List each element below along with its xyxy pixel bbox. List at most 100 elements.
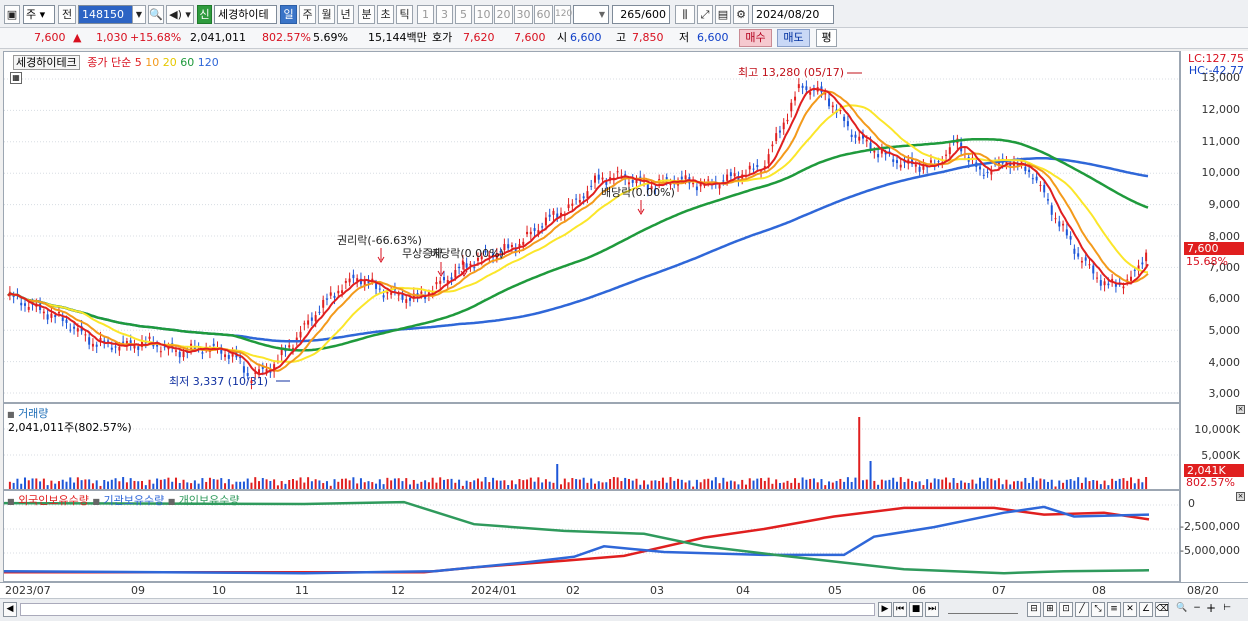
draw-erase-icon[interactable]: ⌫: [1155, 602, 1169, 617]
market-select[interactable]: 주 ▾: [23, 5, 55, 24]
layout-icon[interactable]: ⊟: [1027, 602, 1041, 617]
draw-cross-icon[interactable]: ✕: [1123, 602, 1137, 617]
volume-bar: [171, 481, 174, 489]
date-input[interactable]: 2024/08/20 ▦: [752, 5, 834, 38]
holding-toggle-icon[interactable]: ■: [7, 497, 15, 506]
volume-bar: [673, 480, 676, 489]
candle: [1050, 205, 1053, 215]
period-second[interactable]: 초: [377, 5, 394, 24]
volume-bar: [393, 478, 396, 489]
scroll-left-icon[interactable]: ◀: [3, 602, 17, 617]
search-icon[interactable]: 🔍: [148, 5, 164, 24]
volume-bar: [27, 480, 30, 489]
interval-120[interactable]: 120: [554, 5, 572, 24]
scroll-track[interactable]: [20, 603, 875, 616]
close-icon[interactable]: ×: [1236, 405, 1245, 414]
scroll-right-icon[interactable]: ▶: [878, 602, 892, 617]
volume-bar: [560, 484, 563, 489]
layout2-icon[interactable]: ⊞: [1043, 602, 1057, 617]
period-year[interactable]: 년: [337, 5, 354, 24]
legend-institution-icon[interactable]: ■: [92, 497, 100, 506]
zoom-reset-icon[interactable]: ⊢: [1220, 602, 1234, 617]
candle: [918, 166, 921, 172]
candle: [914, 164, 917, 167]
candle: [533, 228, 536, 231]
interval-60[interactable]: 60: [534, 5, 553, 24]
candle: [945, 154, 948, 156]
code-dropdown-icon[interactable]: ▼: [132, 5, 146, 24]
buy-button[interactable]: 매수: [739, 29, 772, 47]
candle: [1062, 223, 1065, 226]
draw-angle-icon[interactable]: ∠: [1139, 602, 1153, 617]
grid-toggle-icon[interactable]: ▦: [10, 72, 22, 84]
draw-trend-icon[interactable]: ⤡: [1091, 602, 1105, 617]
period-month[interactable]: 월: [318, 5, 335, 24]
zoom-search-icon[interactable]: 🔍: [1175, 602, 1189, 617]
stock-name: 세경하이테: [214, 5, 277, 24]
zoom-slider[interactable]: [948, 605, 1018, 614]
volume-toggle-icon[interactable]: ■: [7, 410, 15, 419]
volume-bar: [1107, 485, 1110, 489]
stock-title[interactable]: 세경하이테크: [13, 55, 80, 70]
candle: [382, 295, 385, 298]
draw-line-icon[interactable]: ╱: [1075, 602, 1089, 617]
volume-bar: [288, 479, 291, 489]
candle: [865, 139, 868, 142]
event-dividend: 배당락(0.00%): [601, 186, 675, 199]
interval-10[interactable]: 10: [474, 5, 493, 24]
candle: [510, 245, 513, 248]
volume-pane[interactable]: ■ 거래량 2,041,011주(802.57%): [3, 403, 1180, 490]
stop-icon[interactable]: ■: [909, 602, 923, 617]
candle: [948, 147, 951, 155]
candle: [684, 175, 687, 180]
interval-20[interactable]: 20: [494, 5, 513, 24]
ma20-label: 20: [162, 56, 177, 69]
chart-window-icon[interactable]: ▣: [4, 5, 20, 24]
volume-bar: [692, 486, 695, 489]
scrollbar[interactable]: ◀ ▶ ⏮ ■ ⏭ ⊟ ⊞ ⊡ ╱ ⤡ ≡ ✕ ∠ ⌫ 🔍 − + ⊢: [0, 598, 1248, 621]
save-icon[interactable]: ▤: [715, 5, 731, 24]
scroll-first-icon[interactable]: ⏮: [893, 602, 907, 617]
scroll-last-icon[interactable]: ⏭: [925, 602, 939, 617]
interval-input[interactable]: ▼: [573, 5, 609, 24]
holding-pane[interactable]: ■ 외국인보유수량 ■ 기관보유수량 ■ 개인보유수량: [3, 490, 1180, 582]
interval-5[interactable]: 5: [455, 5, 472, 24]
legend-individual-icon[interactable]: ■: [168, 497, 176, 506]
period-day[interactable]: 일: [280, 5, 297, 24]
draw-tool-icon[interactable]: ⤢: [697, 5, 713, 24]
volume-bar: [329, 485, 332, 489]
volume-bar: [752, 480, 755, 489]
candle: [84, 334, 87, 336]
candle: [1080, 260, 1083, 263]
volume-bar: [39, 481, 42, 489]
layout3-icon[interactable]: ⊡: [1059, 602, 1073, 617]
close-icon[interactable]: ×: [1236, 492, 1245, 501]
volume-bar: [488, 482, 491, 489]
interval-3[interactable]: 3: [436, 5, 453, 24]
volume-bar: [299, 477, 302, 489]
price-pane[interactable]: 최고 13,280 (05/17) 최저 3,337 (10/31) 권리락(-66…: [3, 51, 1180, 403]
candle: [665, 177, 668, 180]
interval-dropdown-icon[interactable]: ▼: [599, 6, 605, 23]
prev-button[interactable]: 전: [58, 5, 76, 24]
volume-bar: [631, 480, 634, 489]
period-minute[interactable]: 분: [358, 5, 375, 24]
candle: [756, 165, 759, 168]
gear-icon[interactable]: ⚙: [733, 5, 749, 24]
zoom-in-icon[interactable]: +: [1204, 602, 1218, 617]
eval-button[interactable]: 평: [816, 29, 837, 47]
count-input[interactable]: 265/600: [612, 5, 670, 24]
candle-type-icon[interactable]: ⫼: [675, 5, 695, 24]
zoom-out-icon[interactable]: −: [1190, 602, 1204, 617]
speaker-icon[interactable]: ◀) ▾: [166, 5, 194, 24]
interval-1[interactable]: 1: [417, 5, 434, 24]
candle: [692, 182, 695, 185]
x-label: 06: [912, 584, 926, 597]
interval-30[interactable]: 30: [514, 5, 533, 24]
period-week[interactable]: 주: [299, 5, 316, 24]
draw-fib-icon[interactable]: ≡: [1107, 602, 1121, 617]
volume-bar: [748, 478, 751, 489]
candle: [593, 175, 596, 183]
sell-button[interactable]: 매도: [777, 29, 810, 47]
period-tick[interactable]: 틱: [396, 5, 413, 24]
